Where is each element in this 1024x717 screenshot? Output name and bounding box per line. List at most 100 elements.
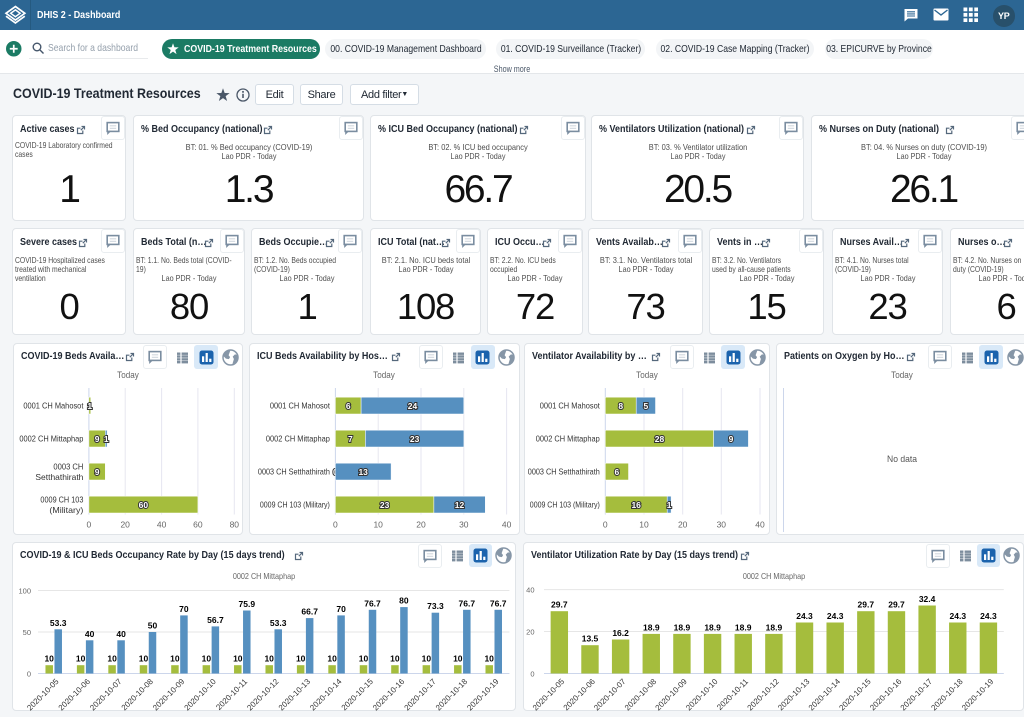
svg-text:60: 60 (193, 520, 203, 530)
svg-text:2020-10-10: 2020-10-10 (183, 677, 219, 711)
svg-text:10: 10 (107, 654, 117, 664)
svg-text:10: 10 (170, 654, 180, 664)
svg-text:9: 9 (729, 434, 734, 444)
svg-text:29.7: 29.7 (858, 600, 875, 610)
svg-text:70: 70 (336, 604, 346, 614)
svg-text:Setthathirath: Setthathirath (35, 472, 83, 482)
svg-text:40: 40 (156, 520, 166, 530)
svg-text:8: 8 (618, 401, 623, 411)
svg-text:40: 40 (85, 629, 95, 639)
svg-text:24.3: 24.3 (796, 611, 813, 621)
svg-text:24: 24 (407, 401, 417, 411)
svg-text:40: 40 (755, 520, 765, 530)
svg-text:18.9: 18.9 (766, 622, 783, 632)
svg-text:10: 10 (359, 654, 369, 664)
svg-text:24.3: 24.3 (827, 611, 844, 621)
svg-text:53.3: 53.3 (270, 618, 287, 628)
svg-text:(Military): (Military) (49, 505, 83, 515)
svg-text:10: 10 (44, 654, 54, 664)
svg-text:40: 40 (116, 629, 126, 639)
svg-text:0002 CH Mittaphap: 0002 CH Mittaphap (19, 434, 83, 444)
svg-text:16.2: 16.2 (612, 628, 629, 638)
svg-text:0009 CH 103: 0009 CH 103 (40, 494, 83, 504)
svg-text:5: 5 (644, 401, 649, 411)
svg-text:60: 60 (138, 500, 148, 510)
svg-text:10: 10 (202, 654, 212, 664)
svg-text:73.3: 73.3 (427, 601, 444, 611)
svg-text:2020-10-19: 2020-10-19 (960, 677, 996, 711)
svg-text:0003 CH: 0003 CH (53, 461, 83, 471)
svg-text:10: 10 (484, 654, 494, 664)
svg-text:24.3: 24.3 (980, 611, 997, 621)
svg-text:0003 CH Setthathirath: 0003 CH Setthathirath (257, 467, 329, 477)
svg-text:18.9: 18.9 (735, 622, 752, 632)
svg-text:24.3: 24.3 (950, 611, 967, 621)
svg-text:10: 10 (327, 654, 337, 664)
svg-text:13: 13 (358, 467, 368, 477)
svg-text:50: 50 (148, 621, 158, 631)
svg-text:0003 CH Setthathirath: 0003 CH Setthathirath (528, 467, 600, 477)
svg-text:40: 40 (526, 585, 534, 594)
svg-text:75.9: 75.9 (239, 599, 256, 609)
svg-text:70: 70 (179, 604, 189, 614)
svg-text:30: 30 (717, 520, 727, 530)
svg-text:76.7: 76.7 (364, 598, 381, 608)
svg-text:76.7: 76.7 (459, 598, 476, 608)
svg-text:0: 0 (27, 669, 31, 678)
svg-text:2020-10-19: 2020-10-19 (465, 677, 501, 711)
svg-text:20: 20 (416, 520, 426, 530)
svg-text:0002 CH Mittaphap: 0002 CH Mittaphap (536, 434, 600, 444)
svg-text:30: 30 (459, 520, 469, 530)
svg-text:1: 1 (667, 500, 672, 510)
svg-text:40: 40 (501, 520, 511, 530)
svg-text:10: 10 (76, 654, 86, 664)
svg-text:0001 CH Mahosot: 0001 CH Mahosot (269, 401, 330, 411)
svg-text:76.7: 76.7 (490, 598, 507, 608)
svg-text:66.7: 66.7 (301, 607, 318, 617)
svg-text:0: 0 (86, 520, 91, 530)
svg-text:10: 10 (296, 654, 306, 664)
svg-text:20: 20 (526, 627, 534, 636)
svg-text:53.3: 53.3 (50, 618, 67, 628)
svg-text:10: 10 (264, 654, 274, 664)
svg-text:0009 CH 103 (Military): 0009 CH 103 (Military) (530, 500, 600, 510)
svg-text:80: 80 (399, 596, 409, 606)
svg-text:0001 CH Mahosot: 0001 CH Mahosot (23, 401, 84, 411)
svg-text:0: 0 (530, 669, 534, 678)
svg-text:20: 20 (678, 520, 688, 530)
svg-text:0009 CH 103 (Military): 0009 CH 103 (Military) (259, 500, 329, 510)
svg-text:50: 50 (23, 628, 31, 637)
svg-text:0: 0 (333, 520, 338, 530)
svg-text:10: 10 (139, 654, 149, 664)
svg-text:12: 12 (454, 500, 464, 510)
svg-text:10: 10 (639, 520, 649, 530)
svg-text:0: 0 (603, 520, 608, 530)
svg-text:6: 6 (345, 401, 350, 411)
svg-text:18.9: 18.9 (643, 622, 660, 632)
svg-text:10: 10 (422, 654, 432, 664)
svg-text:29.7: 29.7 (888, 600, 905, 610)
svg-text:10: 10 (233, 654, 243, 664)
svg-text:28: 28 (655, 434, 665, 444)
svg-text:32.4: 32.4 (919, 594, 936, 604)
svg-text:13.5: 13.5 (582, 634, 599, 644)
svg-text:7: 7 (348, 434, 353, 444)
svg-text:18.9: 18.9 (704, 622, 721, 632)
svg-text:20: 20 (120, 520, 130, 530)
svg-text:23: 23 (409, 434, 419, 444)
svg-text:56.7: 56.7 (207, 615, 224, 625)
svg-text:9: 9 (94, 467, 99, 477)
svg-text:100: 100 (18, 586, 31, 595)
svg-text:10: 10 (453, 654, 463, 664)
svg-text:29.7: 29.7 (551, 600, 568, 610)
svg-text:80: 80 (229, 520, 239, 530)
svg-text:0002 CH Mittaphap: 0002 CH Mittaphap (265, 434, 329, 444)
svg-text:18.9: 18.9 (674, 622, 691, 632)
svg-text:10: 10 (373, 520, 383, 530)
svg-text:6: 6 (615, 467, 620, 477)
svg-text:1: 1 (87, 401, 92, 411)
svg-text:10: 10 (390, 654, 400, 664)
svg-text:9: 9 (94, 434, 99, 444)
svg-text:0001 CH Mahosot: 0001 CH Mahosot (540, 401, 601, 411)
svg-text:16: 16 (631, 500, 641, 510)
